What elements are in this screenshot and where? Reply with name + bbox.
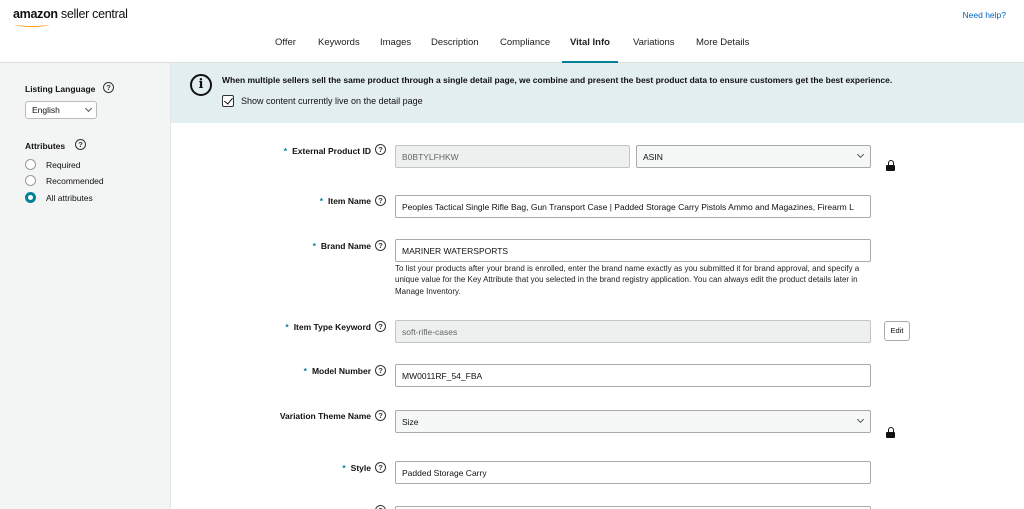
radio-label-all-attributes: All attributes bbox=[46, 193, 93, 203]
logo-smile-icon bbox=[15, 22, 49, 27]
question-circle-icon[interactable]: ? bbox=[75, 139, 86, 150]
radio-all-attributes[interactable] bbox=[25, 192, 36, 203]
external-id-type-select[interactable]: ASIN bbox=[636, 145, 871, 168]
tab-compliance[interactable]: Compliance bbox=[500, 37, 550, 57]
radio-required[interactable] bbox=[25, 159, 36, 170]
info-circle-icon: i bbox=[190, 74, 212, 96]
show-live-content-checkbox[interactable] bbox=[222, 95, 234, 107]
external-product-id-input[interactable]: B0BTYLFHKW bbox=[395, 145, 630, 168]
top-header: amazon seller central Need help? bbox=[0, 0, 1024, 32]
question-circle-icon[interactable]: ? bbox=[375, 505, 386, 509]
attributes-label: Attributes bbox=[25, 141, 66, 151]
tab-images[interactable]: Images bbox=[380, 37, 411, 57]
item-type-keyword-input[interactable]: soft-rifle-cases bbox=[395, 320, 871, 343]
lock-icon bbox=[886, 427, 895, 438]
tab-variations[interactable]: Variations bbox=[633, 37, 675, 57]
tab-vital-info[interactable]: Vital Info bbox=[562, 37, 618, 64]
tab-keywords[interactable]: Keywords bbox=[318, 37, 360, 57]
question-circle-icon[interactable]: ? bbox=[375, 144, 386, 155]
brand-name-label: * Brand Name bbox=[312, 241, 371, 251]
lock-icon bbox=[886, 160, 895, 171]
tab-offer[interactable]: Offer bbox=[275, 37, 296, 57]
banner-message: When multiple sellers sell the same prod… bbox=[222, 75, 893, 85]
listing-language-select[interactable]: English bbox=[25, 101, 97, 119]
model-number-input[interactable]: MW0011RF_54_FBA bbox=[395, 364, 871, 387]
question-circle-icon[interactable]: ? bbox=[375, 462, 386, 473]
external-id-type-value: ASIN bbox=[643, 152, 663, 162]
chevron-down-icon bbox=[856, 150, 865, 159]
variation-theme-label: Variation Theme Name bbox=[279, 411, 371, 421]
question-circle-icon[interactable]: ? bbox=[375, 410, 386, 421]
question-circle-icon[interactable]: ? bbox=[375, 195, 386, 206]
question-circle-icon[interactable]: ? bbox=[375, 240, 386, 251]
item-type-edit-button[interactable]: Edit bbox=[884, 321, 910, 341]
external-product-id-label: * External Product ID bbox=[283, 146, 371, 156]
left-sidebar bbox=[0, 63, 171, 509]
question-circle-icon[interactable]: ? bbox=[375, 321, 386, 332]
tab-description[interactable]: Description bbox=[431, 37, 479, 57]
model-number-label: * Model Number bbox=[303, 366, 371, 376]
radio-recommended[interactable] bbox=[25, 175, 36, 186]
style-input[interactable]: Padded Storage Carry bbox=[395, 461, 871, 484]
chevron-down-icon bbox=[856, 415, 865, 424]
listing-tabs: Offer Keywords Images Description Compli… bbox=[0, 32, 1024, 64]
brand-name-input[interactable]: MARINER WATERSPORTS bbox=[395, 239, 871, 262]
variation-theme-select[interactable]: Size bbox=[395, 410, 871, 433]
need-help-link[interactable]: Need help? bbox=[963, 10, 1006, 20]
style-label: * Style bbox=[342, 463, 371, 473]
item-type-keyword-label: * Item Type Keyword bbox=[285, 322, 371, 332]
item-name-label: * Item Name bbox=[319, 196, 371, 206]
show-live-content-label: Show content currently live on the detai… bbox=[241, 96, 423, 106]
item-name-input[interactable]: Peoples Tactical Single Rifle Bag, Gun T… bbox=[395, 195, 871, 218]
language-select-value: English bbox=[32, 105, 60, 115]
listing-language-label: Listing Language bbox=[25, 84, 96, 94]
variation-theme-value: Size bbox=[402, 417, 419, 427]
question-circle-icon[interactable]: ? bbox=[375, 365, 386, 376]
chevron-down-icon bbox=[84, 104, 93, 113]
question-circle-icon[interactable]: ? bbox=[103, 82, 114, 93]
radio-label-recommended: Recommended bbox=[46, 176, 104, 186]
amazon-seller-central-logo[interactable]: amazon seller central bbox=[13, 7, 128, 27]
tab-more-details[interactable]: More Details bbox=[696, 37, 749, 57]
brand-name-hint: To list your products after your brand i… bbox=[395, 264, 860, 296]
info-banner bbox=[171, 63, 1024, 123]
radio-label-required: Required bbox=[46, 160, 81, 170]
